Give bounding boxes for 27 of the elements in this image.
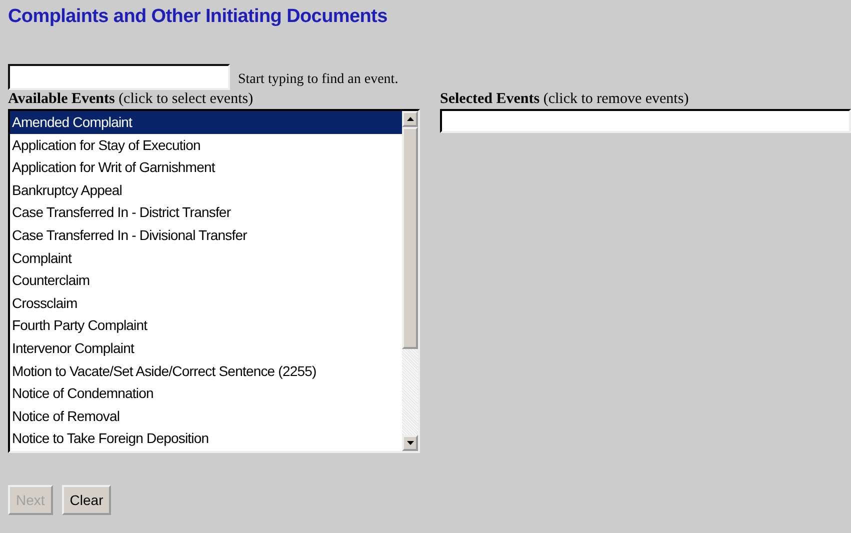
scroll-up-button[interactable] bbox=[402, 111, 418, 127]
event-option[interactable]: Application for Stay of Execution bbox=[10, 134, 402, 156]
event-option[interactable]: Notice of Condemnation bbox=[10, 382, 402, 405]
event-option[interactable]: Application for Writ of Garnishment bbox=[10, 156, 402, 179]
event-option[interactable]: Notice of Removal bbox=[10, 404, 402, 428]
event-option[interactable]: Motion to Vacate/Set Aside/Correct Sentence (2255) bbox=[10, 360, 402, 382]
event-option[interactable]: Case Transferred In - District Transfer bbox=[10, 201, 402, 224]
scroll-down-button[interactable] bbox=[402, 435, 418, 451]
up-triangle-icon bbox=[406, 117, 414, 121]
event-option[interactable]: Intervenor Complaint bbox=[10, 336, 402, 360]
selected-events-label: Selected Events (click to remove events) bbox=[440, 91, 690, 109]
available-events-label: Available Events (click to select events) bbox=[8, 91, 254, 109]
down-triangle-icon bbox=[406, 441, 414, 445]
search-field[interactable] bbox=[8, 64, 230, 90]
event-option[interactable]: Counterclaim bbox=[10, 269, 402, 292]
selected-events-list[interactable] bbox=[440, 109, 851, 133]
event-option[interactable]: Notice to Take Foreign Deposition bbox=[10, 427, 402, 450]
page-title: Complaints and Other Initiating Documents bbox=[8, 5, 388, 29]
form-button[interactable]: Clear bbox=[62, 485, 112, 515]
event-option[interactable]: Case Transferred In - Divisional Transfer bbox=[10, 224, 402, 247]
event-option[interactable]: Amended Complaint bbox=[10, 111, 402, 134]
scroll-thumb[interactable] bbox=[402, 127, 418, 349]
event-option[interactable]: Crossclaim bbox=[10, 292, 402, 314]
search-hint: Start typing to find an event. bbox=[238, 72, 398, 89]
event-option[interactable]: Bankruptcy Appeal bbox=[10, 178, 402, 202]
event-option[interactable]: Complaint bbox=[10, 246, 402, 270]
event-option[interactable]: Fourth Party Complaint bbox=[10, 314, 402, 337]
